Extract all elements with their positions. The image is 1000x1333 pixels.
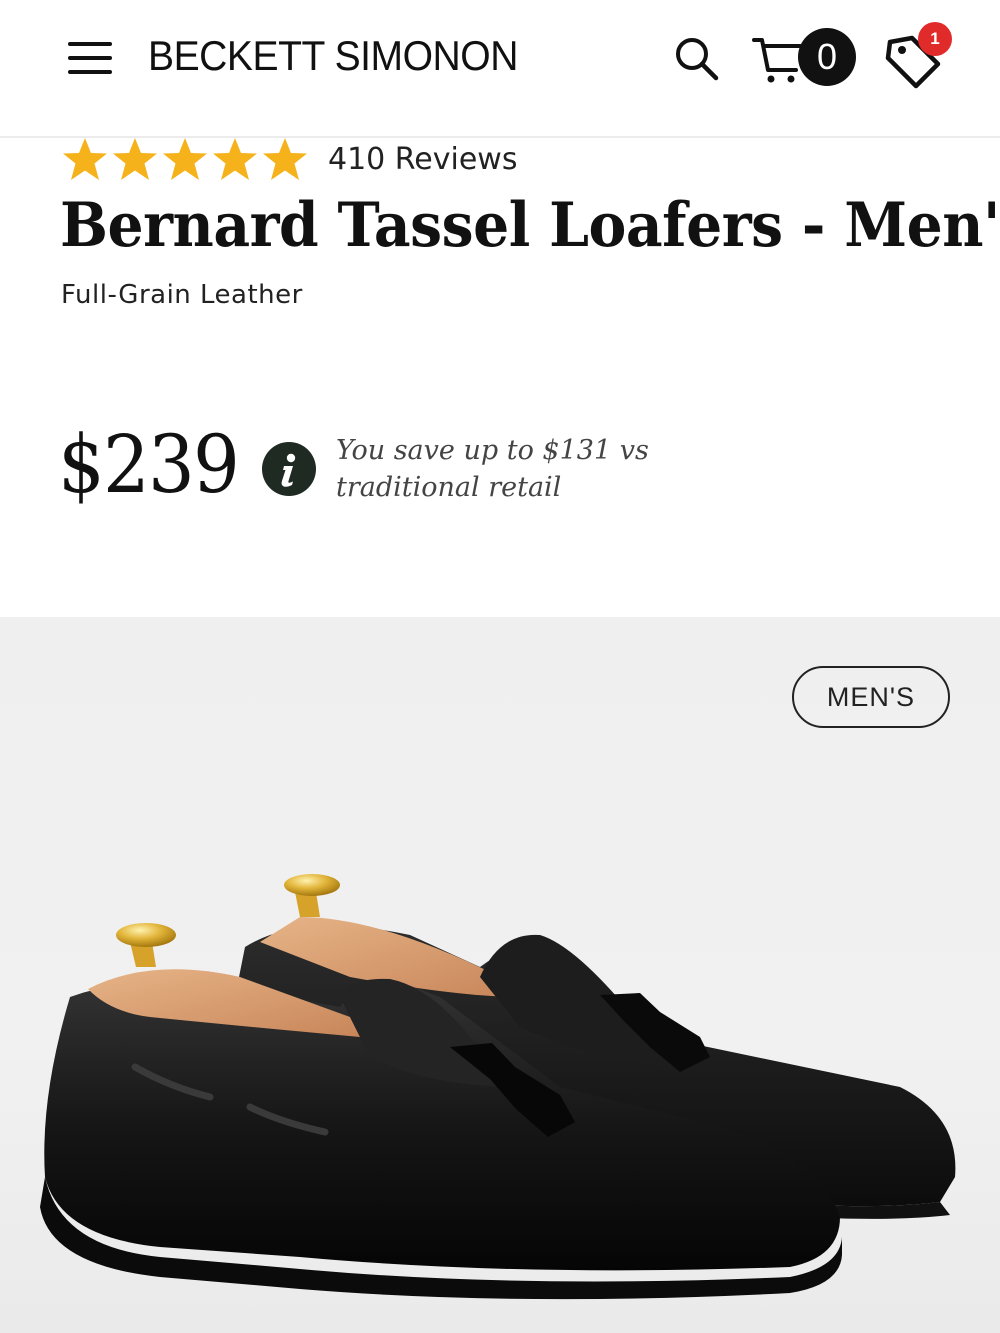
menu-icon-bar xyxy=(68,42,112,46)
menu-icon-bar xyxy=(68,70,112,74)
star-icon xyxy=(213,138,257,180)
star-icon xyxy=(113,138,157,180)
cart-button[interactable]: 0 xyxy=(750,26,858,88)
product-title: Bernard Tassel Loafers - Men's xyxy=(60,190,1000,261)
site-header: BECKETT SIMONON 0 1 xyxy=(0,0,1000,138)
product-rating[interactable]: 410 Reviews xyxy=(60,136,517,182)
star-icon xyxy=(63,138,107,180)
product-material: Full-Grain Leather xyxy=(61,280,303,310)
savings-line-1: You save up to $131 vs xyxy=(336,435,649,466)
search-button[interactable] xyxy=(672,34,720,82)
product-price: $239 xyxy=(58,418,240,511)
product-gallery[interactable]: MEN'S xyxy=(0,617,1000,1333)
savings-line-2: traditional retail xyxy=(336,472,562,503)
menu-button[interactable] xyxy=(66,38,114,78)
price-info-button[interactable] xyxy=(262,442,316,496)
star-icon xyxy=(163,138,207,180)
menu-icon-bar xyxy=(68,56,112,60)
savings-note: You save up to $131 vs traditional retai… xyxy=(336,432,756,506)
wishlist-button[interactable]: 1 xyxy=(882,22,956,90)
wishlist-count-badge: 1 xyxy=(918,22,952,56)
reviews-link[interactable]: 410 Reviews xyxy=(328,142,517,177)
info-icon xyxy=(281,453,296,487)
search-icon xyxy=(676,38,719,81)
gender-tag: MEN'S xyxy=(792,666,950,728)
brand-logo[interactable]: BECKETT SIMONON xyxy=(148,30,518,82)
cart-count-badge: 0 xyxy=(798,28,856,86)
star-rating xyxy=(60,136,310,182)
star-icon xyxy=(263,138,307,180)
